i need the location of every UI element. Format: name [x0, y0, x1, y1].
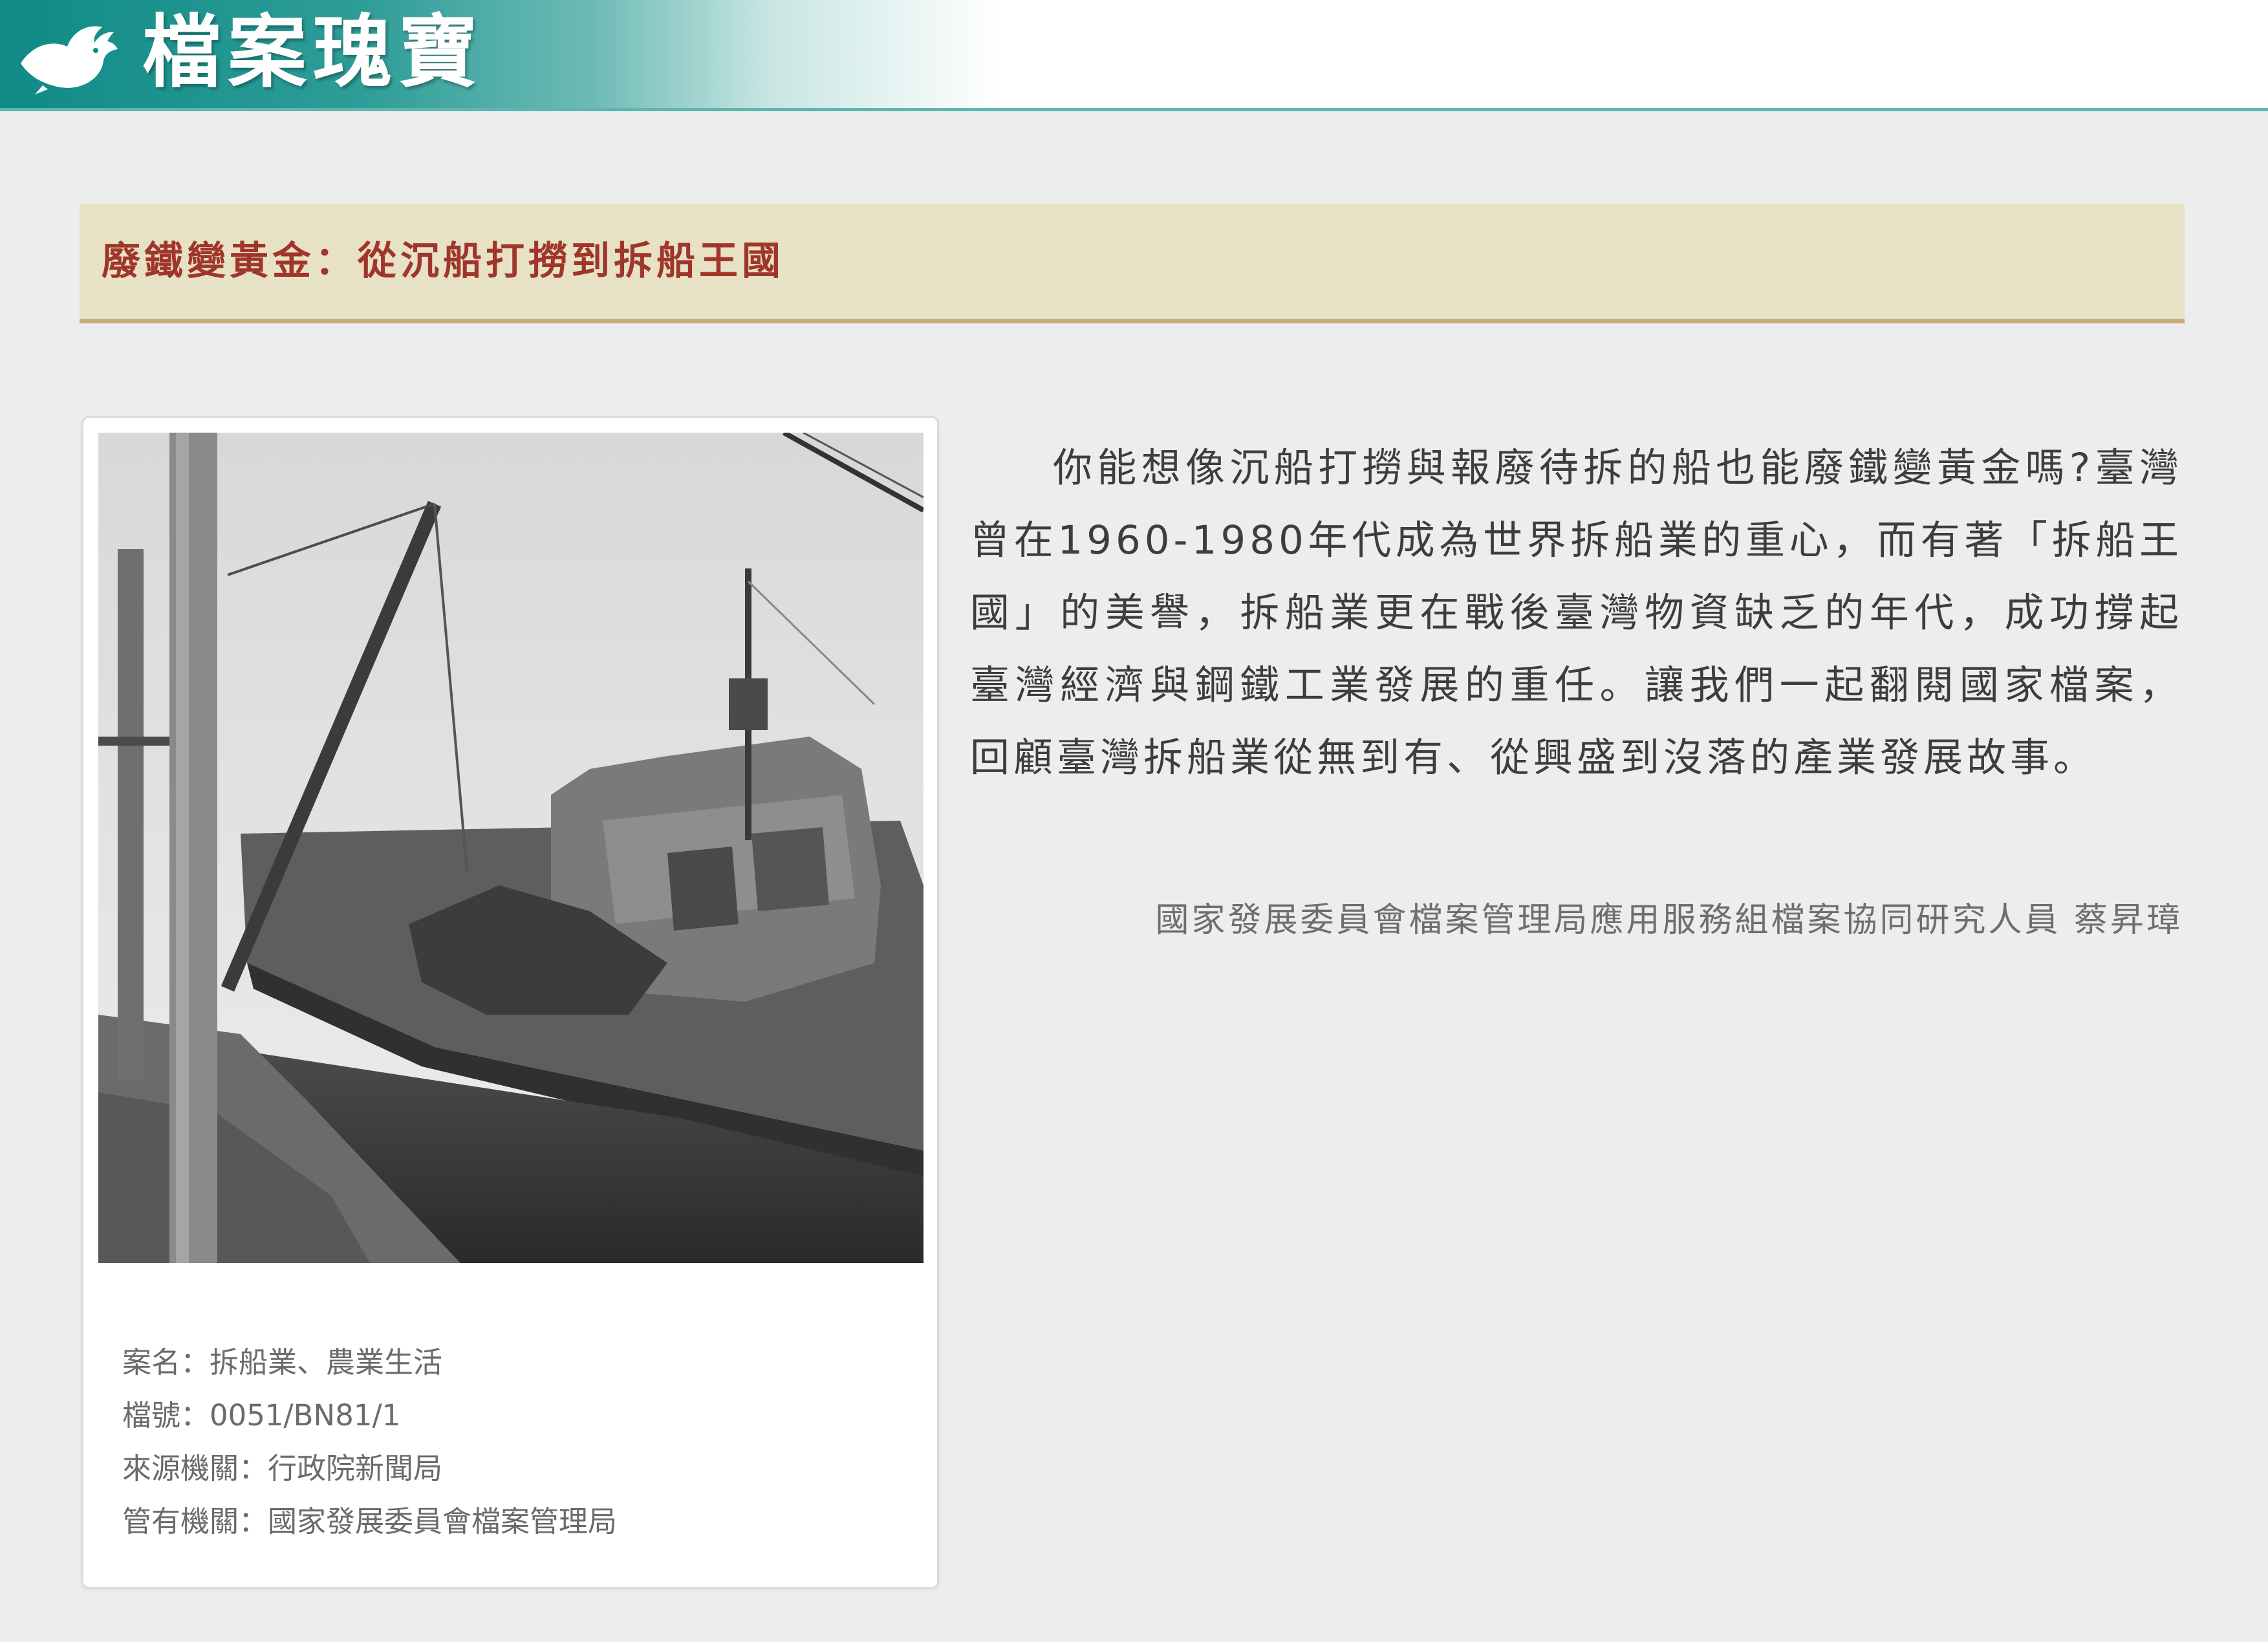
site-header: 檔案瑰寶 — [0, 0, 2268, 111]
custodian-agency: 管有機關：國家發展委員會檔案管理局 — [122, 1504, 618, 1539]
archive-metadata: 案名：拆船業、農業生活 檔號：0051/BN81/1 來源機關：行政院新聞局 管… — [122, 1336, 911, 1548]
source-agency: 來源機關：行政院新聞局 — [122, 1451, 443, 1485]
file-number: 檔號：0051/BN81/1 — [122, 1398, 401, 1432]
article-title-bar: 廢鐵變黃金：從沉船打撈到拆船王國 — [80, 204, 2185, 323]
article-title: 廢鐵變黃金：從沉船打撈到拆船王國 — [102, 239, 784, 284]
site-brand-title[interactable]: 檔案瑰寶 — [142, 4, 484, 101]
archive-photo-card: 案名：拆船業、農業生活 檔號：0051/BN81/1 來源機關：行政院新聞局 管… — [81, 416, 939, 1589]
bird-logo-icon[interactable] — [17, 13, 120, 97]
case-name: 案名：拆船業、農業生活 — [122, 1345, 443, 1379]
article-author: 國家發展委員會檔案管理局應用服務組檔案協同研究人員 蔡昇璋 — [1155, 901, 2183, 940]
shipbreaking-photo[interactable] — [98, 433, 923, 1263]
article-body: 你能想像沉船打撈與報廢待拆的船也能廢鐵變黃金嗎?臺灣曾在1960-1980年代成… — [970, 445, 2183, 781]
